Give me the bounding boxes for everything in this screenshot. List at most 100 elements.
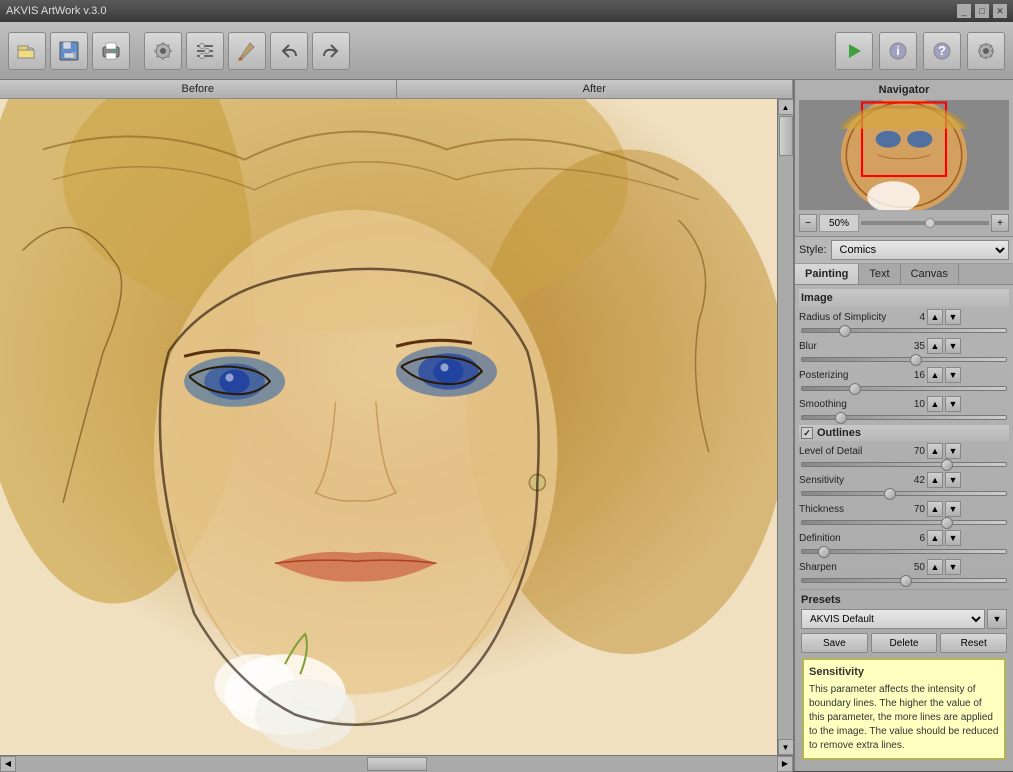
sharpen-down-btn[interactable]: ▼ — [945, 559, 961, 575]
svg-text:i: i — [896, 44, 899, 58]
level-slider-track[interactable] — [801, 462, 1007, 467]
posterizing-value: 16 — [901, 370, 925, 381]
sensitivity-label: Sensitivity — [799, 475, 899, 486]
smoothing-slider-thumb[interactable] — [835, 412, 847, 424]
definition-up-btn[interactable]: ▲ — [927, 530, 943, 546]
sharpen-value: 50 — [901, 562, 925, 573]
level-up-btn[interactable]: ▲ — [927, 443, 943, 459]
horizontal-scrollbar[interactable]: ◀ ▶ — [0, 755, 793, 771]
smoothing-up-btn[interactable]: ▲ — [927, 396, 943, 412]
scroll-up-arrow[interactable]: ▲ — [778, 99, 794, 115]
info-box-text: This parameter affects the intensity of … — [809, 683, 999, 753]
vertical-scrollbar[interactable]: ▲ ▼ — [777, 99, 793, 755]
preset-save-button[interactable]: Save — [801, 633, 868, 653]
outlines-checkbox[interactable]: ✓ — [801, 427, 813, 439]
zoom-slider[interactable] — [861, 221, 989, 225]
zoom-slider-thumb[interactable] — [925, 218, 935, 228]
definition-slider-track[interactable] — [801, 549, 1007, 554]
smoothing-row: Smoothing 10 ▲ ▼ — [799, 396, 1009, 412]
zoom-plus-button[interactable]: + — [991, 214, 1009, 232]
sharpen-slider-track[interactable] — [801, 578, 1007, 583]
presets-label: Presets — [801, 594, 1007, 606]
blur-up-btn[interactable]: ▲ — [927, 338, 943, 354]
posterizing-slider-track[interactable] — [801, 386, 1007, 391]
blur-slider-track[interactable] — [801, 357, 1007, 362]
posterizing-slider-row — [799, 386, 1009, 395]
zoom-minus-button[interactable]: − — [799, 214, 817, 232]
tab-text[interactable]: Text — [859, 264, 900, 284]
info-button[interactable]: i — [879, 32, 917, 70]
scroll-thumb-h[interactable] — [367, 757, 427, 771]
undo-button[interactable] — [270, 32, 308, 70]
options-button[interactable] — [967, 32, 1005, 70]
definition-down-btn[interactable]: ▼ — [945, 530, 961, 546]
sensitivity-slider-track[interactable] — [801, 491, 1007, 496]
smoothing-slider-row — [799, 415, 1009, 424]
scroll-track-h[interactable] — [16, 756, 777, 772]
scroll-track[interactable] — [778, 115, 794, 739]
radius-slider-thumb[interactable] — [839, 325, 851, 337]
radius-down-btn[interactable]: ▼ — [945, 309, 961, 325]
sensitivity-up-btn[interactable]: ▲ — [927, 472, 943, 488]
level-down-btn[interactable]: ▼ — [945, 443, 961, 459]
preferences-button[interactable] — [186, 32, 224, 70]
blur-row: Blur 35 ▲ ▼ — [799, 338, 1009, 354]
thickness-slider-track[interactable] — [801, 520, 1007, 525]
scroll-down-arrow[interactable]: ▼ — [778, 739, 794, 755]
brush-button[interactable] — [228, 32, 266, 70]
style-label: Style: — [799, 244, 827, 256]
thickness-label: Thickness — [799, 504, 899, 515]
scroll-left-arrow[interactable]: ◀ — [0, 756, 16, 772]
radius-up-btn[interactable]: ▲ — [927, 309, 943, 325]
sensitivity-value: 42 — [901, 475, 925, 486]
minimize-btn[interactable]: _ — [957, 4, 971, 18]
definition-slider-row — [799, 549, 1009, 558]
zoom-input[interactable] — [819, 214, 859, 232]
posterizing-slider-thumb[interactable] — [849, 383, 861, 395]
sharpen-row: Sharpen 50 ▲ ▼ — [799, 559, 1009, 575]
smoothing-down-btn[interactable]: ▼ — [945, 396, 961, 412]
thickness-down-btn[interactable]: ▼ — [945, 501, 961, 517]
print-button[interactable] — [92, 32, 130, 70]
help-button[interactable]: ? — [923, 32, 961, 70]
posterizing-up-btn[interactable]: ▲ — [927, 367, 943, 383]
thickness-slider-row — [799, 520, 1009, 529]
plugin-settings-button[interactable] — [144, 32, 182, 70]
preset-arrow-btn[interactable]: ▼ — [987, 609, 1007, 629]
level-slider-thumb[interactable] — [941, 459, 953, 471]
titlebar: AKVIS ArtWork v.3.0 _ □ ✕ — [0, 0, 1013, 22]
tab-canvas[interactable]: Canvas — [901, 264, 959, 284]
smoothing-slider-track[interactable] — [801, 415, 1007, 420]
save-button[interactable] — [50, 32, 88, 70]
sensitivity-down-btn[interactable]: ▼ — [945, 472, 961, 488]
navigator-title: Navigator — [799, 84, 1009, 96]
scroll-right-arrow[interactable]: ▶ — [777, 756, 793, 772]
preset-delete-button[interactable]: Delete — [871, 633, 938, 653]
tab-painting[interactable]: Painting — [795, 264, 859, 284]
preset-select[interactable]: AKVIS Default — [801, 609, 985, 629]
sensitivity-slider-thumb[interactable] — [884, 488, 896, 500]
posterizing-down-btn[interactable]: ▼ — [945, 367, 961, 383]
scroll-thumb[interactable] — [779, 116, 793, 156]
definition-row: Definition 6 ▲ ▼ — [799, 530, 1009, 546]
canvas-content[interactable] — [0, 99, 777, 755]
maximize-btn[interactable]: □ — [975, 4, 989, 18]
level-row: Level of Detail 70 ▲ ▼ — [799, 443, 1009, 459]
blur-slider-thumb[interactable] — [910, 354, 922, 366]
sharpen-slider-thumb[interactable] — [900, 575, 912, 587]
blur-down-btn[interactable]: ▼ — [945, 338, 961, 354]
close-btn[interactable]: ✕ — [993, 4, 1007, 18]
thickness-up-btn[interactable]: ▲ — [927, 501, 943, 517]
run-button[interactable] — [835, 32, 873, 70]
sharpen-up-btn[interactable]: ▲ — [927, 559, 943, 575]
radius-slider-track[interactable] — [801, 328, 1007, 333]
definition-slider-thumb[interactable] — [818, 546, 830, 558]
thickness-slider-thumb[interactable] — [941, 517, 953, 529]
titlebar-controls[interactable]: _ □ ✕ — [957, 4, 1007, 18]
style-select[interactable]: Comics Watercolor Oil Paint — [831, 240, 1009, 260]
open-button[interactable] — [8, 32, 46, 70]
redo-button[interactable] — [312, 32, 350, 70]
preset-reset-button[interactable]: Reset — [940, 633, 1007, 653]
radius-label: Radius of Simplicity — [799, 312, 899, 323]
presets-section: Presets AKVIS Default ▼ Save Delete Rese… — [799, 589, 1009, 655]
